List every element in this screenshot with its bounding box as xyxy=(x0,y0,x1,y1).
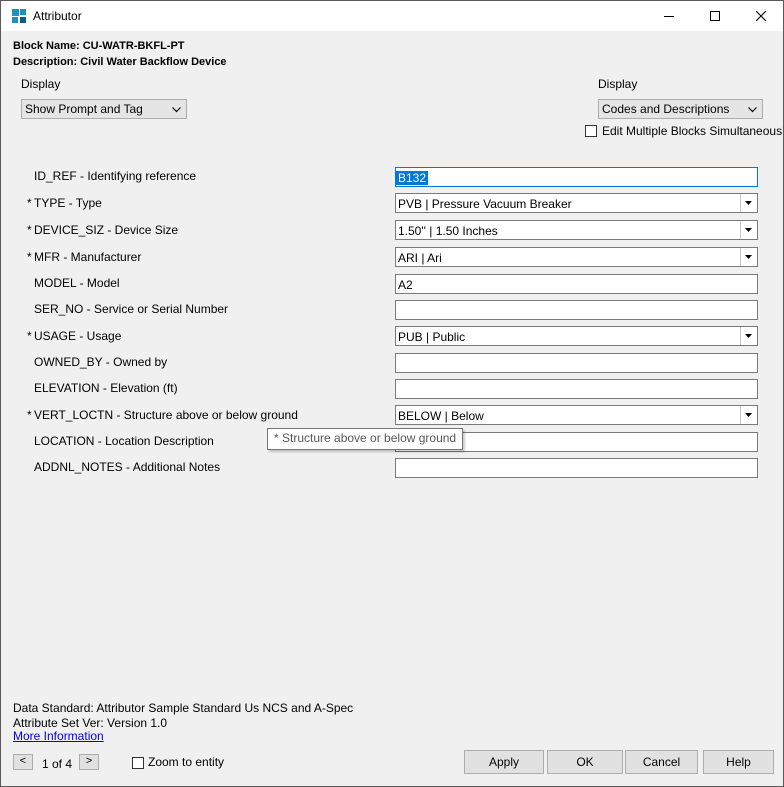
attribute-value: B132 xyxy=(396,171,429,185)
dropdown-button[interactable] xyxy=(740,194,757,212)
window-title: Attributor xyxy=(33,9,82,23)
attribute-dropdown[interactable]: ARI | Ari xyxy=(395,247,758,267)
attribute-set-version: Attribute Set Ver: Version 1.0 xyxy=(13,716,168,730)
chevron-down-icon xyxy=(748,107,757,113)
display-mode-select[interactable]: Show Prompt and Tag xyxy=(21,99,187,119)
attribute-label: USAGE - Usage xyxy=(34,329,122,343)
apply-button[interactable]: Apply xyxy=(464,750,544,774)
block-name: Block Name: CU-WATR-BKFL-PT xyxy=(13,40,185,52)
dropdown-button[interactable] xyxy=(740,406,757,424)
display-left-label: Display xyxy=(21,77,61,91)
help-button[interactable]: Help xyxy=(703,750,774,774)
display-mode-value: Show Prompt and Tag xyxy=(25,102,143,116)
value-display-value: Codes and Descriptions xyxy=(602,102,730,116)
close-icon xyxy=(756,11,766,21)
tooltip: * Structure above or below ground xyxy=(267,428,464,450)
attribute-input[interactable]: B132 xyxy=(395,167,758,187)
required-marker: * xyxy=(27,329,32,343)
dropdown-button[interactable] xyxy=(740,327,757,345)
attribute-input[interactable]: A2 xyxy=(395,274,758,294)
edit-multiple-checkbox[interactable] xyxy=(585,125,597,137)
attribute-value: 1.50'' | 1.50 Inches xyxy=(398,224,498,238)
data-standard-text: Data Standard: Attributor Sample Standar… xyxy=(13,701,354,715)
description-value: Civil Water Backflow Device xyxy=(80,56,227,68)
dropdown-button[interactable] xyxy=(740,221,757,239)
previous-button[interactable]: < xyxy=(13,754,33,770)
value-display-select[interactable]: Codes and Descriptions xyxy=(598,99,763,119)
attribute-input[interactable] xyxy=(395,458,758,478)
attribute-label: ID_REF - Identifying reference xyxy=(34,169,197,183)
attribute-dropdown[interactable]: PUB | Public xyxy=(395,326,758,346)
cancel-button[interactable]: Cancel xyxy=(625,750,698,774)
attribute-label: TYPE - Type xyxy=(34,196,102,210)
attribute-label: OWNED_BY - Owned by xyxy=(34,355,168,369)
attribute-dropdown[interactable]: 1.50'' | 1.50 Inches xyxy=(395,220,758,240)
attribute-label: MFR - Manufacturer xyxy=(34,250,142,264)
caret-down-icon xyxy=(745,255,752,259)
next-button[interactable]: > xyxy=(79,754,99,770)
caret-down-icon xyxy=(745,334,752,338)
attribute-value: ARI | Ari xyxy=(398,251,442,265)
chevron-down-icon xyxy=(172,107,181,113)
caret-down-icon xyxy=(745,201,752,205)
required-marker: * xyxy=(27,196,32,210)
block-name-label: Block Name: xyxy=(13,40,83,52)
attribute-value: BELOW | Below xyxy=(398,409,484,423)
attribute-label: ELEVATION - Elevation (ft) xyxy=(34,381,178,395)
maximize-button[interactable] xyxy=(692,1,738,31)
attribute-dropdown[interactable]: PVB | Pressure Vacuum Breaker xyxy=(395,193,758,213)
zoom-to-entity-checkbox[interactable] xyxy=(132,757,144,769)
required-marker: * xyxy=(27,408,32,422)
block-name-value: CU-WATR-BKFL-PT xyxy=(82,40,185,52)
edit-multiple-label[interactable]: Edit Multiple Blocks Simultaneously xyxy=(602,124,783,138)
maximize-icon xyxy=(710,11,720,21)
attribute-label: SER_NO - Service or Serial Number xyxy=(34,302,229,316)
attribute-label: LOCATION - Location Description xyxy=(34,434,214,448)
attribute-input[interactable] xyxy=(395,353,758,373)
attribute-value: PVB | Pressure Vacuum Breaker xyxy=(398,197,572,211)
attribute-value: A2 xyxy=(398,278,413,292)
attributor-window: Attributor Block Name: CU-WATR-BKFL-PT D… xyxy=(0,0,784,787)
title-bar[interactable]: Attributor xyxy=(1,1,783,31)
ok-button[interactable]: OK xyxy=(547,750,623,774)
attribute-label: MODEL - Model xyxy=(34,276,120,290)
caret-down-icon xyxy=(745,228,752,232)
block-description: Description: Civil Water Backflow Device xyxy=(13,56,227,68)
page-indicator: 1 of 4 xyxy=(42,757,73,771)
description-label: Description: xyxy=(13,56,81,68)
minimize-button[interactable] xyxy=(646,1,692,31)
display-right-label: Display xyxy=(598,77,638,91)
dropdown-button[interactable] xyxy=(740,248,757,266)
attribute-input[interactable] xyxy=(395,300,758,320)
attribute-label: ADDNL_NOTES - Additional Notes xyxy=(34,460,221,474)
attribute-input[interactable] xyxy=(395,379,758,399)
required-marker: * xyxy=(27,223,32,237)
attribute-dropdown[interactable]: BELOW | Below xyxy=(395,405,758,425)
attribute-value: PUB | Public xyxy=(398,330,466,344)
zoom-to-entity-label[interactable]: Zoom to entity xyxy=(148,755,224,769)
attribute-label: DEVICE_SIZ - Device Size xyxy=(34,223,179,237)
more-information-link[interactable]: More Information xyxy=(13,729,104,743)
caret-down-icon xyxy=(745,413,752,417)
attribute-label: VERT_LOCTN - Structure above or below gr… xyxy=(34,408,298,422)
required-marker: * xyxy=(27,250,32,264)
close-button[interactable] xyxy=(738,1,783,31)
minimize-icon xyxy=(664,16,674,17)
app-icon xyxy=(11,8,27,24)
